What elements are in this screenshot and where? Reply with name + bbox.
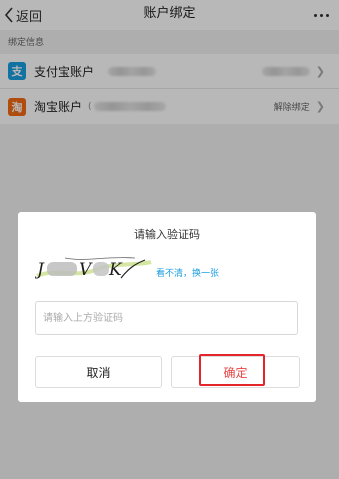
captcha-image[interactable]: J V K — [35, 254, 153, 282]
confirm-button[interactable]: 确定 — [171, 356, 300, 388]
cancel-button[interactable]: 取消 — [35, 356, 162, 388]
svg-text:J: J — [35, 260, 45, 280]
svg-text:V: V — [79, 260, 93, 280]
captcha-input[interactable] — [35, 301, 298, 335]
dialog-title: 请输入验证码 — [134, 228, 200, 241]
svg-text:K: K — [108, 260, 123, 280]
refresh-captcha-link[interactable]: 看不清，换一张 — [156, 266, 219, 279]
